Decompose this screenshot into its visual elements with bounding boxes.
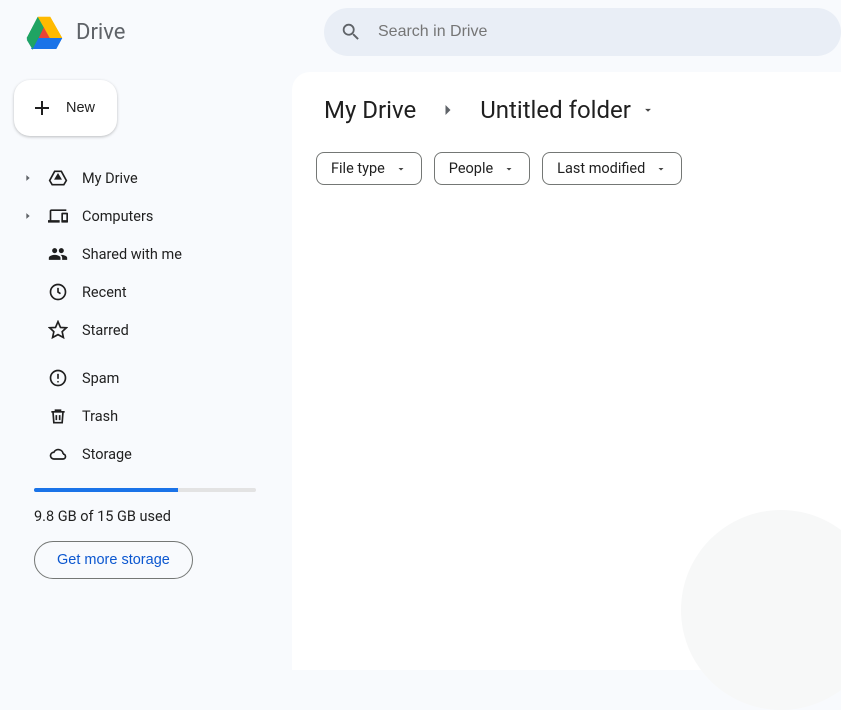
storage-usage-text: 9.8 GB of 15 GB used (34, 508, 256, 525)
sidebar-nav: My Drive Computers Shared (14, 160, 276, 472)
get-more-storage-button[interactable]: Get more storage (34, 541, 193, 579)
search-bar[interactable] (324, 8, 841, 56)
sidebar-item-label: Starred (82, 322, 129, 339)
storage-fill (34, 488, 178, 492)
new-button-label: New (66, 100, 95, 116)
sidebar-item-label: Spam (82, 370, 119, 387)
sidebar-item-starred[interactable]: Starred (14, 312, 276, 348)
sidebar-item-label: Storage (82, 446, 132, 463)
new-button[interactable]: New (14, 80, 117, 136)
my-drive-icon (46, 168, 70, 188)
topbar: Drive (0, 0, 841, 64)
logo-section[interactable]: Drive (24, 14, 316, 50)
sidebar-item-label: My Drive (82, 170, 138, 187)
breadcrumb-root-label: My Drive (324, 96, 416, 124)
search-input[interactable] (378, 23, 825, 41)
filter-people[interactable]: People (434, 152, 530, 185)
sidebar-item-label: Shared with me (82, 246, 182, 263)
filter-file-type[interactable]: File type (316, 152, 422, 185)
cloud-icon (46, 444, 70, 464)
breadcrumb-root[interactable]: My Drive (316, 92, 424, 128)
sidebar-item-trash[interactable]: Trash (14, 398, 276, 434)
breadcrumb: My Drive Untitled folder (316, 92, 817, 128)
trash-icon (46, 406, 70, 426)
dropdown-icon (641, 103, 655, 117)
sidebar-item-label: Recent (82, 284, 127, 301)
caret-right-icon (22, 211, 34, 221)
sidebar-item-storage[interactable]: Storage (14, 436, 276, 472)
sidebar-item-spam[interactable]: Spam (14, 360, 276, 396)
search-icon (340, 21, 362, 43)
filter-last-modified[interactable]: Last modified (542, 152, 682, 185)
drive-logo-icon (24, 14, 64, 50)
sidebar-item-label: Trash (82, 408, 118, 425)
filter-label: File type (331, 160, 385, 177)
dropdown-icon (395, 163, 407, 175)
sidebar-item-my-drive[interactable]: My Drive (14, 160, 276, 196)
dropdown-icon (655, 163, 667, 175)
caret-right-icon (22, 173, 34, 183)
people-icon (46, 244, 70, 264)
product-name: Drive (76, 20, 125, 45)
filter-label: People (449, 160, 493, 177)
breadcrumb-current[interactable]: Untitled folder (472, 92, 663, 128)
spam-icon (46, 368, 70, 388)
clock-icon (46, 282, 70, 302)
filter-label: Last modified (557, 160, 645, 177)
star-icon (46, 320, 70, 340)
plus-icon (30, 96, 54, 120)
breadcrumb-current-label: Untitled folder (480, 96, 631, 124)
sidebar-item-recent[interactable]: Recent (14, 274, 276, 310)
main-content: My Drive Untitled folder File type (292, 72, 841, 670)
sidebar: New My Drive (0, 64, 292, 670)
sidebar-item-label: Computers (82, 208, 153, 225)
filter-chips: File type People Last modified (316, 152, 817, 185)
devices-icon (46, 206, 70, 226)
chevron-right-icon (438, 100, 458, 120)
sidebar-item-computers[interactable]: Computers (14, 198, 276, 234)
sidebar-item-shared[interactable]: Shared with me (14, 236, 276, 272)
storage-section: 9.8 GB of 15 GB used Get more storage (14, 488, 276, 579)
dropdown-icon (503, 163, 515, 175)
storage-bar (34, 488, 256, 492)
